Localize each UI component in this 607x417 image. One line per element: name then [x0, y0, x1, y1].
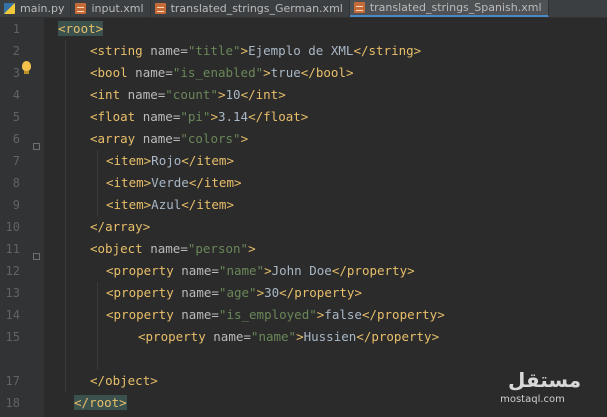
- editor-tab-bar: main.py input.xml translated_strings_Ger…: [0, 0, 607, 18]
- line-number: 2: [12, 44, 20, 58]
- indent-guide: [97, 282, 98, 370]
- code-line: <property name="name">Hussien</property>: [138, 329, 440, 344]
- code-line: <string name="title">Ejemplo de XML</str…: [90, 43, 422, 58]
- xml-file-icon: [154, 3, 166, 14]
- line-number: 9: [12, 198, 20, 212]
- xml-file-icon: [75, 3, 87, 14]
- fold-marker-icon[interactable]: [33, 253, 40, 260]
- fold-marker-icon[interactable]: [33, 143, 40, 150]
- code-line: <item>Rojo</item>: [106, 153, 234, 168]
- tab-input-xml[interactable]: input.xml: [71, 0, 151, 17]
- line-number: 10: [5, 220, 20, 234]
- watermark-logo: مستقل: [508, 368, 582, 392]
- watermark-url: mostaql.com: [500, 394, 565, 405]
- line-number-gutter: 1 2 3 4 5 6 7 8 9 10 11 12 13 14 15 17 1…: [0, 18, 44, 417]
- line-number: 5: [12, 110, 20, 124]
- tab-main-py[interactable]: main.py: [0, 0, 72, 17]
- code-line: <bool name="is_enabled">true</bool>: [90, 65, 354, 80]
- tab-label: main.py: [20, 2, 65, 15]
- line-number: 4: [12, 88, 20, 102]
- python-file-icon: [4, 3, 15, 14]
- code-line: <property name="age">30</property>: [106, 285, 362, 300]
- indent-guide: [65, 40, 66, 392]
- line-number: 17: [5, 374, 20, 388]
- tab-label: input.xml: [91, 2, 144, 15]
- code-line: <item>Azul</item>: [106, 197, 234, 212]
- tab-label: translated_strings_German.xml: [170, 2, 343, 15]
- code-line: <item>Verde</item>: [106, 175, 242, 190]
- code-line: <array name="colors">: [90, 131, 249, 146]
- lightbulb-icon[interactable]: [22, 61, 31, 74]
- tab-translated-strings-german[interactable]: translated_strings_German.xml: [151, 0, 350, 17]
- code-line: <float name="pi">3.14</float>: [90, 109, 309, 124]
- line-number: 1: [12, 22, 20, 36]
- xml-file-icon: [353, 2, 365, 13]
- code-line: </object>: [90, 373, 158, 388]
- matched-tag: <root>: [58, 21, 104, 36]
- code-editor[interactable]: <root> <string name="title">Ejemplo de X…: [44, 18, 607, 417]
- line-number: 18: [5, 396, 20, 410]
- line-number: 15: [5, 330, 20, 344]
- code-line: <property name="name">John Doe</property…: [106, 263, 415, 278]
- line-number: 14: [5, 308, 20, 322]
- line-number: 3: [12, 66, 20, 80]
- line-number: 13: [5, 286, 20, 300]
- line-number: 7: [12, 154, 20, 168]
- code-line: <int name="count">10</int>: [90, 87, 286, 102]
- line-number: 6: [12, 132, 20, 146]
- code-line: </root>: [74, 392, 127, 414]
- tab-translated-strings-spanish[interactable]: translated_strings_Spanish.xml: [349, 0, 549, 17]
- indent-guide: [97, 150, 98, 216]
- code-line: <root>: [58, 18, 104, 40]
- code-line: <object name="person">: [90, 241, 256, 256]
- line-number: 8: [12, 176, 20, 190]
- code-line: <property name="is_employed">false</prop…: [106, 307, 445, 322]
- line-number: 12: [5, 264, 20, 278]
- line-number: 11: [5, 242, 20, 256]
- matched-tag: </root>: [74, 395, 127, 410]
- code-line: </array>: [90, 219, 151, 234]
- tab-label: translated_strings_Spanish.xml: [369, 1, 542, 14]
